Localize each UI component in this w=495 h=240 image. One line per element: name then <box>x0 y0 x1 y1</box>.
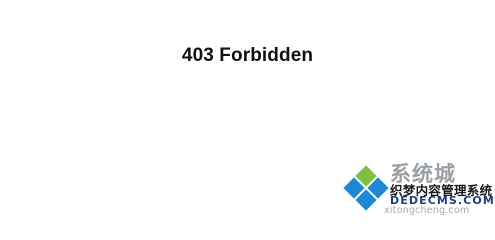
page-title: 403 Forbidden <box>181 44 314 66</box>
watermark-url: xitongcheng.com <box>384 205 470 216</box>
site-watermark: 系统城 织梦内容管理系统 DEDECMS.COM xitongcheng.com <box>338 156 495 218</box>
error-page: 403 Forbidden 系统城 织梦内容管理系统 DEDECMS.COM x… <box>0 0 495 218</box>
